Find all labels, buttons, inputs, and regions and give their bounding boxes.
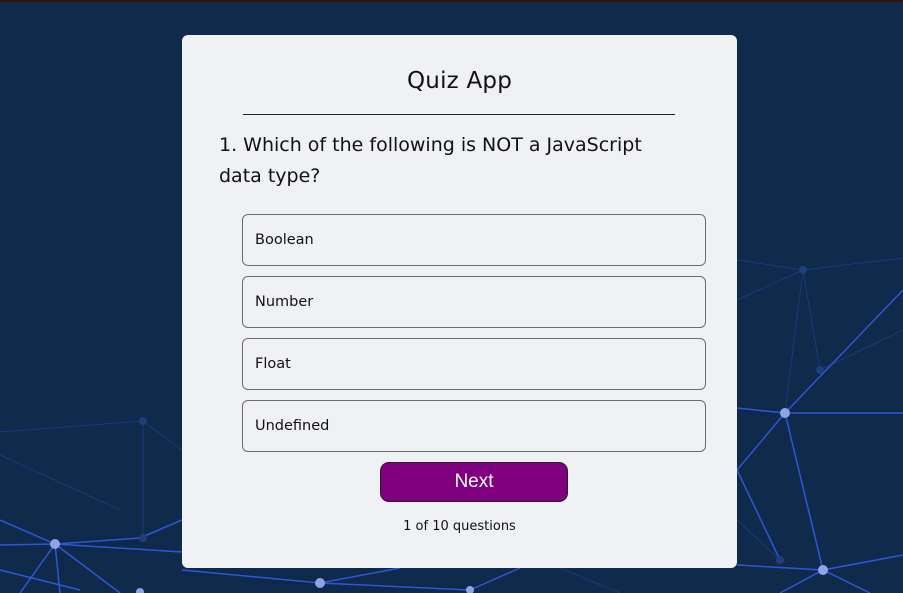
question-text: 1. Which of the following is NOT a JavaS… xyxy=(219,134,642,187)
answer-option-number[interactable]: Number xyxy=(242,276,706,328)
answer-option-label: Number xyxy=(255,294,314,310)
quiz-title: Quiz App xyxy=(407,68,512,94)
answer-options: Boolean Number Float Undefined xyxy=(242,214,706,462)
title-divider xyxy=(243,114,675,115)
answer-option-boolean[interactable]: Boolean xyxy=(242,214,706,266)
next-button[interactable]: Next xyxy=(380,462,568,502)
answer-option-label: Boolean xyxy=(255,232,314,248)
answer-option-label: Undefined xyxy=(255,418,330,434)
answer-option-undefined[interactable]: Undefined xyxy=(242,400,706,452)
quiz-card: Quiz App 1. Which of the following is NO… xyxy=(182,35,737,568)
question-progress: 1 of 10 questions xyxy=(403,519,516,534)
answer-option-float[interactable]: Float xyxy=(242,338,706,390)
answer-option-label: Float xyxy=(255,356,291,372)
